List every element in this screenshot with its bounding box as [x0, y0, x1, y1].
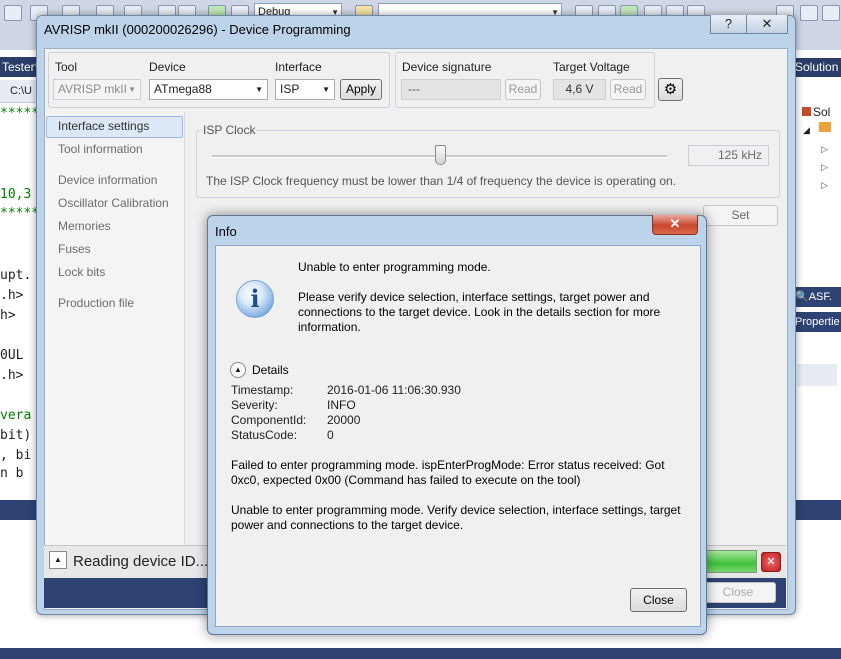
- code-line: 0UL: [0, 348, 24, 363]
- properties-toolbar: [797, 364, 837, 386]
- tool-combo-value: AVRISP mkII: [58, 82, 127, 96]
- detail-value: INFO: [327, 398, 356, 412]
- tool-label: Tool: [55, 60, 78, 74]
- error-text: Failed to enter programming mode. ispEnt…: [231, 458, 665, 487]
- detail-value: 0: [327, 428, 334, 442]
- code-line: vera: [0, 408, 32, 423]
- interface-combo[interactable]: ISP ▼: [275, 79, 335, 100]
- info-dialog-title: Info: [215, 224, 237, 239]
- nav-item[interactable]: Device information: [58, 173, 157, 187]
- nav-item[interactable]: Memories: [58, 219, 111, 233]
- tree-collapsed-icon[interactable]: ▷: [821, 162, 828, 173]
- dp-close-button[interactable]: Close: [700, 582, 776, 603]
- tool-combo[interactable]: AVRISP mkII ▼: [53, 79, 141, 100]
- code-line: *****: [0, 206, 40, 221]
- close-icon: ✕: [761, 16, 773, 31]
- info-message: Please verify device selection, interfac…: [298, 290, 661, 334]
- detail-key: Timestamp:: [231, 383, 294, 397]
- nav-item[interactable]: Interface settings: [58, 119, 149, 133]
- voltage-label: Target Voltage: [553, 60, 630, 74]
- window-title: AVRISP mkII (000200026296) - Device Prog…: [44, 22, 351, 37]
- apply-button[interactable]: Apply: [340, 79, 382, 100]
- code-line: .h>: [0, 288, 24, 303]
- nav-item[interactable]: Fuses: [58, 242, 91, 256]
- code-line: bit): [0, 428, 32, 443]
- asf-tab[interactable]: 🔍ASF.: [793, 287, 841, 307]
- summary-text: Unable to enter programming mode. Verify…: [231, 503, 681, 532]
- chevron-down-icon: ▼: [128, 85, 136, 94]
- tool-icon[interactable]: [4, 5, 22, 21]
- progress-bar: [703, 550, 757, 573]
- nav-item[interactable]: Tool information: [58, 142, 143, 156]
- search-icon: 🔍: [795, 291, 809, 303]
- editor-path: C:\U: [10, 85, 32, 97]
- code-line: , bi: [0, 448, 32, 463]
- close-button[interactable]: Close: [630, 588, 687, 612]
- solution-item[interactable]: Sol: [802, 105, 830, 119]
- tool-h-icon[interactable]: [800, 5, 818, 21]
- code-line: h>: [0, 308, 16, 323]
- code-line: n b: [0, 466, 24, 481]
- info-heading: Unable to enter programming mode.: [298, 260, 491, 274]
- solution-icon: [802, 107, 811, 116]
- solution-item-label: Sol: [813, 105, 831, 119]
- nav-item[interactable]: Production file: [58, 296, 134, 310]
- status-text: Reading device ID...: [73, 553, 209, 570]
- device-label: Device: [149, 60, 186, 74]
- interface-combo-value: ISP: [280, 82, 300, 96]
- detail-value: 2016-01-06 11:06:30.930: [327, 383, 461, 397]
- chevron-up-icon[interactable]: ▲: [230, 362, 246, 378]
- tool-i-icon[interactable]: [822, 5, 840, 21]
- info-close-icon[interactable]: ✕: [652, 215, 698, 235]
- isp-clock-value[interactable]: 125 kHz: [688, 145, 769, 166]
- solution-tab[interactable]: Solution: [793, 58, 841, 77]
- code-line: 10,3: [0, 187, 32, 202]
- properties-tab[interactable]: Propertie: [793, 312, 841, 332]
- tree-expand-icon[interactable]: ◢: [803, 125, 810, 136]
- isp-clock-legend: ISP Clock: [201, 123, 258, 137]
- isp-clock-slider-thumb[interactable]: [434, 145, 446, 165]
- voltage-field: 4,6 V: [553, 79, 606, 100]
- nav-item[interactable]: Oscillator Calibration: [58, 196, 169, 210]
- help-button[interactable]: ?: [710, 15, 747, 34]
- signature-label: Device signature: [402, 60, 492, 74]
- code-line: .h>: [0, 368, 24, 383]
- chevron-down-icon: ▼: [322, 85, 330, 94]
- tree-collapsed-icon[interactable]: ▷: [821, 180, 828, 191]
- interface-label: Interface: [275, 60, 322, 74]
- folder-icon: [819, 122, 831, 132]
- help-icon: ?: [724, 16, 733, 31]
- code-line: upt.: [0, 268, 32, 283]
- detail-key: ComponentId:: [231, 413, 307, 427]
- tree-collapsed-icon[interactable]: ▷: [821, 144, 828, 155]
- set-button[interactable]: Set: [703, 205, 778, 226]
- signature-read-button[interactable]: Read: [505, 79, 541, 100]
- nav-item[interactable]: Lock bits: [58, 265, 105, 279]
- chevron-up-icon[interactable]: ▲: [49, 551, 67, 569]
- asf-label: ASF.: [808, 291, 832, 303]
- voltage-read-button[interactable]: Read: [610, 79, 646, 100]
- window-close-button[interactable]: ✕: [746, 15, 788, 34]
- device-combo[interactable]: ATmega88 ▼: [149, 79, 268, 100]
- detail-key: StatusCode:: [231, 428, 298, 442]
- status-strip: [0, 648, 841, 659]
- solution-explorer: Sol ◢ ▷ ▷ ▷: [793, 50, 841, 659]
- isp-clock-note: The ISP Clock frequency must be lower th…: [206, 174, 677, 188]
- gear-icon[interactable]: ⚙: [658, 78, 683, 101]
- signature-field: ---: [401, 79, 501, 100]
- detail-value: 20000: [327, 413, 361, 427]
- detail-key: Severity:: [231, 398, 278, 412]
- info-icon: i: [236, 280, 274, 318]
- code-line: *****: [0, 106, 40, 121]
- details-label[interactable]: Details: [252, 363, 289, 378]
- chevron-down-icon: ▼: [255, 85, 263, 94]
- device-combo-value: ATmega88: [154, 82, 212, 96]
- error-icon[interactable]: ✕: [761, 552, 781, 572]
